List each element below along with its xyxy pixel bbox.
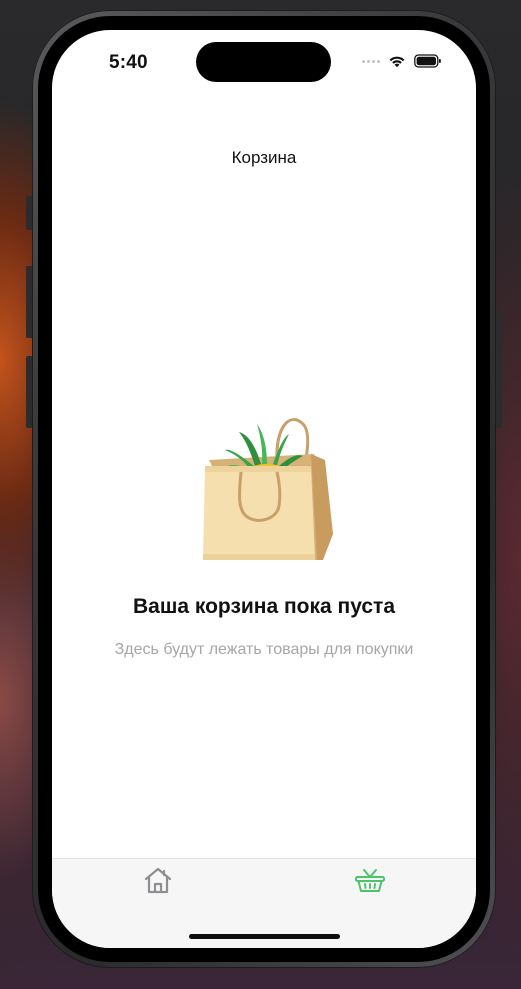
power-button (495, 314, 502, 428)
tab-bar (52, 858, 476, 948)
home-icon (144, 867, 172, 894)
tab-cart[interactable] (353, 864, 387, 896)
signal-dots-icon (362, 54, 380, 68)
battery-icon (414, 54, 441, 68)
tab-home[interactable] (141, 864, 175, 896)
page-title: Корзина (231, 148, 297, 167)
empty-cart-subtitle: Здесь будут лежать товары для покупки (114, 641, 414, 658)
phone-screen: 5:40 Корзина Ваша корзина пока пуста Зде… (52, 30, 476, 948)
home-indicator[interactable] (189, 934, 340, 939)
dynamic-island (196, 42, 331, 82)
grocery-bag-with-pineapple-icon (203, 418, 333, 560)
status-icons (362, 54, 442, 68)
wifi-icon (389, 56, 405, 68)
basket-icon (355, 869, 385, 892)
empty-cart-title: Ваша корзина пока пуста (132, 595, 396, 618)
status-time: 5:40 (109, 52, 148, 73)
